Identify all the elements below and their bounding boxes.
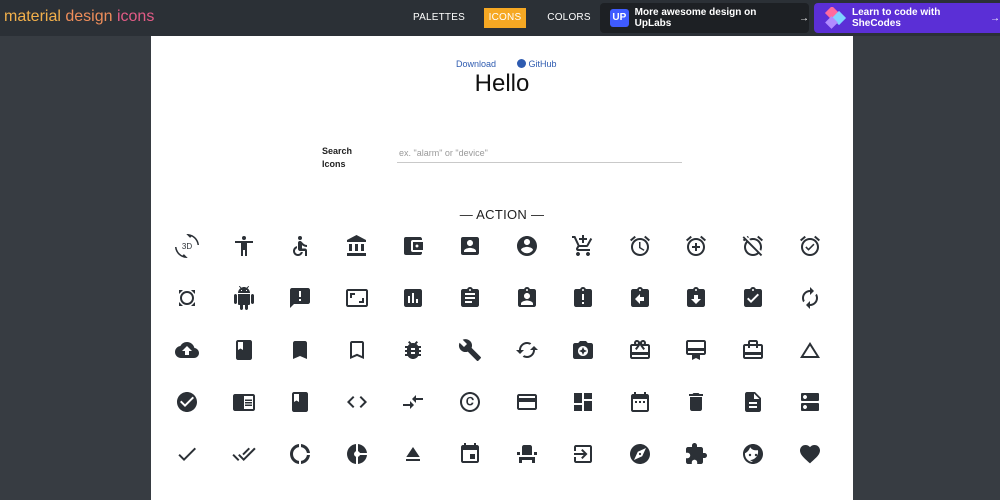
arrow-right-icon: →: [799, 12, 809, 24]
event-seat-icon[interactable]: [515, 442, 539, 466]
assignment-return-icon[interactable]: [628, 286, 652, 310]
bug-report-icon[interactable]: [401, 338, 425, 362]
description-icon[interactable]: [741, 390, 765, 414]
face-icon[interactable]: [741, 442, 765, 466]
logo-word-material: material: [4, 8, 61, 25]
done-all-icon[interactable]: [231, 442, 256, 466]
github-link-label: GitHub: [528, 59, 557, 69]
explore-icon[interactable]: [628, 442, 652, 466]
card-giftcard-icon[interactable]: [628, 338, 652, 362]
autorenew-icon[interactable]: [798, 286, 822, 310]
section-title-action: — ACTION —: [459, 207, 545, 222]
assignment-returned-icon[interactable]: [684, 286, 708, 310]
search-label: Search Icons: [322, 146, 353, 169]
donut-small-icon[interactable]: [345, 442, 369, 466]
bookmark-border-icon[interactable]: [345, 338, 369, 362]
site-logo[interactable]: material design icons: [4, 8, 154, 26]
book-icon[interactable]: [232, 338, 256, 362]
cached-icon[interactable]: [515, 338, 539, 362]
logo-word-design: design: [65, 8, 113, 25]
nav-colors[interactable]: COLORS: [544, 8, 594, 28]
account-circle-icon[interactable]: [515, 234, 539, 258]
main-content: Download GitHub Hello Search Icons — ACT…: [151, 36, 853, 500]
shecodes-promo-button[interactable]: Learn to code with SheCodes →: [814, 3, 1000, 33]
class-icon[interactable]: [288, 390, 312, 414]
credit-card-icon[interactable]: [515, 390, 539, 414]
alarm-on-icon[interactable]: [798, 234, 822, 258]
eject-icon[interactable]: [401, 442, 425, 466]
dashboard-icon[interactable]: [571, 390, 595, 414]
account-box-icon[interactable]: [458, 234, 482, 258]
compare-arrows-icon[interactable]: [401, 390, 425, 414]
event-icon[interactable]: [458, 442, 482, 466]
shecodes-logo: [824, 5, 848, 29]
accessible-icon[interactable]: [288, 234, 312, 258]
account-balance-icon[interactable]: [345, 234, 369, 258]
assignment-late-icon[interactable]: [571, 286, 595, 310]
date-range-icon[interactable]: [628, 390, 652, 414]
page-title: Hello: [474, 70, 530, 97]
uplabs-promo-text: More awesome design on UpLabs: [634, 7, 757, 29]
chrome-reader-mode-icon[interactable]: [232, 390, 256, 414]
card-membership-icon[interactable]: [684, 338, 708, 362]
delete-icon[interactable]: [684, 390, 708, 414]
camera-enhance-icon[interactable]: [571, 338, 595, 362]
aspect-ratio-icon[interactable]: [345, 286, 369, 310]
uplabs-promo-button[interactable]: UP More awesome design on UpLabs →: [600, 3, 809, 33]
arrow-right-icon: →: [990, 12, 1000, 24]
alarm-icon[interactable]: [628, 234, 652, 258]
download-link[interactable]: Download: [456, 59, 496, 69]
alarm-add-icon[interactable]: [684, 234, 708, 258]
3d-rotation-icon[interactable]: 3D: [175, 234, 199, 258]
alarm-off-icon[interactable]: [741, 234, 765, 258]
svg-text:3D: 3D: [182, 242, 192, 251]
copyright-icon[interactable]: [458, 390, 482, 414]
extension-icon[interactable]: [684, 442, 708, 466]
assessment-icon[interactable]: [401, 286, 425, 310]
donut-large-icon[interactable]: [288, 442, 312, 466]
done-icon[interactable]: [175, 442, 199, 466]
header-links: Download GitHub: [456, 59, 557, 69]
exit-to-app-icon[interactable]: [571, 442, 595, 466]
search-input[interactable]: [397, 144, 682, 163]
logo-word-icons: icons: [116, 8, 155, 25]
top-nav-bar: material design icons PALETTES ICONS COL…: [0, 0, 1000, 36]
android-icon[interactable]: [232, 286, 256, 310]
dns-icon[interactable]: [798, 390, 822, 414]
uplabs-logo: UP: [610, 9, 629, 27]
change-history-icon[interactable]: [798, 338, 822, 362]
announcement-icon[interactable]: [288, 286, 312, 310]
github-link[interactable]: GitHub: [516, 59, 557, 69]
assignment-turned-in-icon[interactable]: [741, 286, 765, 310]
card-travel-icon[interactable]: [741, 338, 765, 362]
all-out-icon[interactable]: [175, 286, 199, 310]
shecodes-promo-text: Learn to code with SheCodes: [852, 7, 941, 29]
bookmark-icon[interactable]: [288, 338, 312, 362]
assignment-icon[interactable]: [458, 286, 482, 310]
add-shopping-cart-icon[interactable]: [571, 234, 595, 258]
favorite-icon[interactable]: [798, 442, 822, 466]
code-icon[interactable]: [345, 390, 369, 414]
nav-icons-active[interactable]: ICONS: [484, 8, 526, 28]
check-circle-icon[interactable]: [175, 390, 199, 414]
accessibility-icon[interactable]: [232, 234, 256, 258]
backup-icon[interactable]: [175, 338, 199, 362]
github-icon: [516, 59, 526, 68]
assignment-ind-icon[interactable]: [515, 286, 539, 310]
build-icon[interactable]: [458, 338, 482, 362]
nav-palettes[interactable]: PALETTES: [408, 8, 470, 28]
account-balance-wallet-icon[interactable]: [401, 234, 425, 258]
